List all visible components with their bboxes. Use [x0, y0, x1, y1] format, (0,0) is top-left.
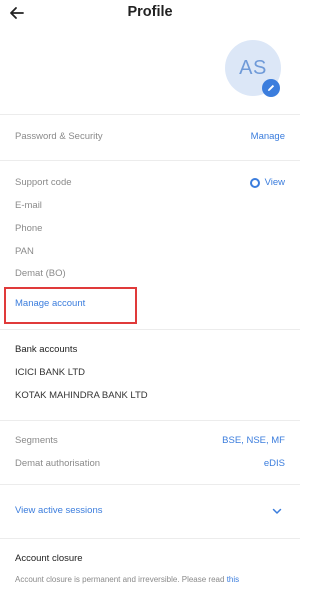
support-code-row: Support code View	[15, 174, 285, 192]
phone-label: Phone	[15, 223, 43, 234]
pan-label: PAN	[15, 246, 34, 257]
highlight-box	[4, 287, 137, 324]
divider	[0, 538, 300, 539]
divider	[0, 420, 300, 421]
divider	[0, 114, 300, 115]
manage-security-link[interactable]: Manage	[251, 128, 285, 146]
view-active-sessions-link[interactable]: View active sessions	[15, 502, 102, 520]
page-title: Profile	[127, 4, 173, 20]
pencil-icon	[268, 84, 275, 91]
edis-link[interactable]: eDIS	[264, 455, 285, 473]
demat-row: Demat (BO)	[15, 265, 285, 283]
email-label: E-mail	[15, 200, 42, 211]
chevron-down-icon[interactable]	[272, 506, 282, 516]
bank-account-name: KOTAK MAHINDRA BANK LTD	[15, 390, 148, 401]
password-security-row: Password & Security Manage	[15, 128, 285, 146]
support-code-label: Support code	[15, 177, 72, 188]
password-security-label: Password & Security	[15, 131, 103, 142]
account-closure-heading-row: Account closure	[15, 550, 285, 568]
segments-link[interactable]: BSE, NSE, MF	[222, 432, 285, 450]
bank-accounts-heading: Bank accounts	[15, 344, 78, 355]
segments-label: Segments	[15, 435, 58, 446]
account-closure-note-text: Account closure is permanent and irrever…	[15, 575, 225, 584]
account-closure-read-link[interactable]: this	[227, 575, 239, 584]
edit-avatar-button[interactable]	[262, 79, 280, 97]
header: Profile	[0, 0, 300, 26]
divider	[0, 160, 300, 161]
ring-icon	[249, 178, 260, 188]
active-sessions-row[interactable]: View active sessions	[15, 502, 285, 520]
demat-authorisation-row: Demat authorisation eDIS	[15, 455, 285, 473]
divider	[0, 484, 300, 485]
phone-row: Phone	[15, 220, 285, 238]
bank-accounts-heading-row: Bank accounts	[15, 341, 285, 359]
demat-authorisation-label: Demat authorisation	[15, 458, 101, 469]
account-closure-heading: Account closure	[15, 553, 83, 564]
demat-label: Demat (BO)	[15, 268, 66, 279]
segments-row: Segments BSE, NSE, MF	[15, 432, 285, 450]
bank-account-name: ICICI BANK LTD	[15, 367, 86, 378]
pan-row: PAN	[15, 243, 285, 261]
profile-screen: Profile AS Password & Security Manage Su…	[0, 0, 300, 590]
bank-account-item[interactable]: ICICI BANK LTD	[15, 364, 285, 382]
divider	[0, 329, 300, 330]
bank-account-item[interactable]: KOTAK MAHINDRA BANK LTD	[15, 387, 285, 405]
account-closure-note: Account closure is permanent and irrever…	[15, 575, 290, 585]
email-row: E-mail	[15, 197, 285, 215]
view-support-code-label: View	[264, 177, 285, 188]
view-support-code-button[interactable]: View	[249, 174, 285, 192]
